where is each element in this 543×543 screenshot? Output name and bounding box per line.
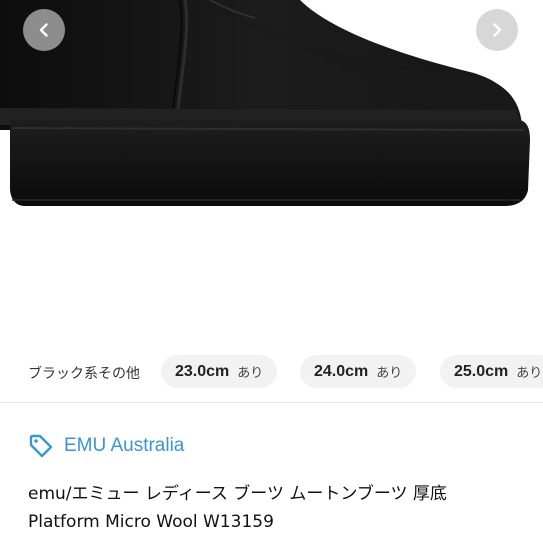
product-title: emu/エミュー レディース ブーツ ムートンブーツ 厚底 Platform M…	[28, 480, 528, 536]
size-chip-25[interactable]: 25.0cm あり	[440, 355, 543, 388]
product-image	[0, 0, 530, 206]
section-divider	[0, 402, 543, 403]
size-value: 24.0cm	[314, 362, 369, 380]
size-value: 23.0cm	[175, 362, 230, 380]
tag-icon	[28, 432, 56, 460]
size-value: 25.0cm	[454, 362, 509, 380]
color-label: ブラック系その他	[28, 366, 140, 382]
next-image-button[interactable]	[476, 9, 518, 51]
brand-link[interactable]: EMU Australia	[28, 432, 184, 460]
stock-status: あり	[516, 366, 543, 381]
product-title-line-2: Platform Micro Wool W13159	[28, 512, 274, 532]
product-title-line-1: emu/エミュー レディース ブーツ ムートンブーツ 厚底	[28, 484, 447, 504]
brand-name: EMU Australia	[64, 435, 185, 456]
previous-image-button[interactable]	[23, 9, 65, 51]
product-image-gallery[interactable]	[0, 0, 543, 346]
stock-status: あり	[237, 366, 264, 381]
chevron-right-icon	[493, 23, 502, 37]
size-chip-24[interactable]: 24.0cm あり	[300, 355, 417, 388]
chevron-left-icon	[39, 23, 48, 37]
variant-selector: ブラック系その他 23.0cm あり 24.0cm あり 25.0cm あり	[0, 346, 543, 400]
stock-status: あり	[376, 366, 403, 381]
size-chip-23[interactable]: 23.0cm あり	[161, 355, 278, 388]
